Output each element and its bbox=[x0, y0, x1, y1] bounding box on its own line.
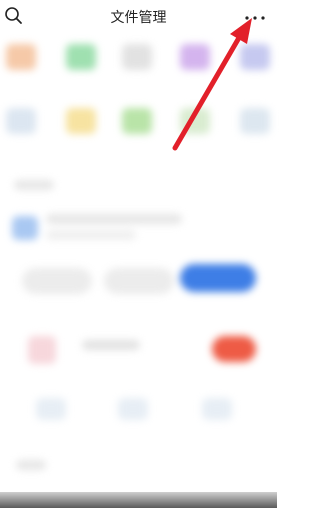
more-options-button[interactable] bbox=[240, 6, 270, 26]
top-bar: 文件管理 bbox=[0, 0, 277, 36]
category-tile[interactable] bbox=[240, 108, 270, 134]
action-pill[interactable] bbox=[22, 268, 92, 294]
card-badge[interactable] bbox=[212, 336, 256, 362]
tool-icon[interactable] bbox=[202, 398, 232, 420]
category-tile[interactable] bbox=[66, 44, 96, 70]
category-tile[interactable] bbox=[240, 44, 270, 70]
storage-bar bbox=[46, 230, 136, 240]
category-tile[interactable] bbox=[6, 108, 36, 134]
section-label bbox=[16, 460, 46, 470]
category-tile[interactable] bbox=[6, 44, 36, 70]
action-pill[interactable] bbox=[104, 268, 174, 294]
category-tile[interactable] bbox=[122, 44, 152, 70]
card-text bbox=[82, 340, 140, 350]
storage-icon bbox=[12, 216, 38, 240]
category-tile[interactable] bbox=[180, 44, 210, 70]
section-label bbox=[14, 180, 54, 190]
tool-icon[interactable] bbox=[36, 398, 66, 420]
bottom-bar bbox=[0, 492, 277, 508]
category-tile[interactable] bbox=[66, 108, 96, 134]
page-title: 文件管理 bbox=[110, 10, 167, 26]
card-icon bbox=[28, 336, 56, 364]
action-pill-primary[interactable] bbox=[180, 264, 256, 292]
category-tile[interactable] bbox=[180, 108, 210, 134]
storage-bar bbox=[46, 214, 182, 224]
more-options-icon bbox=[245, 16, 265, 20]
tool-icon[interactable] bbox=[118, 398, 148, 420]
blurred-content bbox=[0, 36, 277, 508]
category-tile[interactable] bbox=[122, 108, 152, 134]
